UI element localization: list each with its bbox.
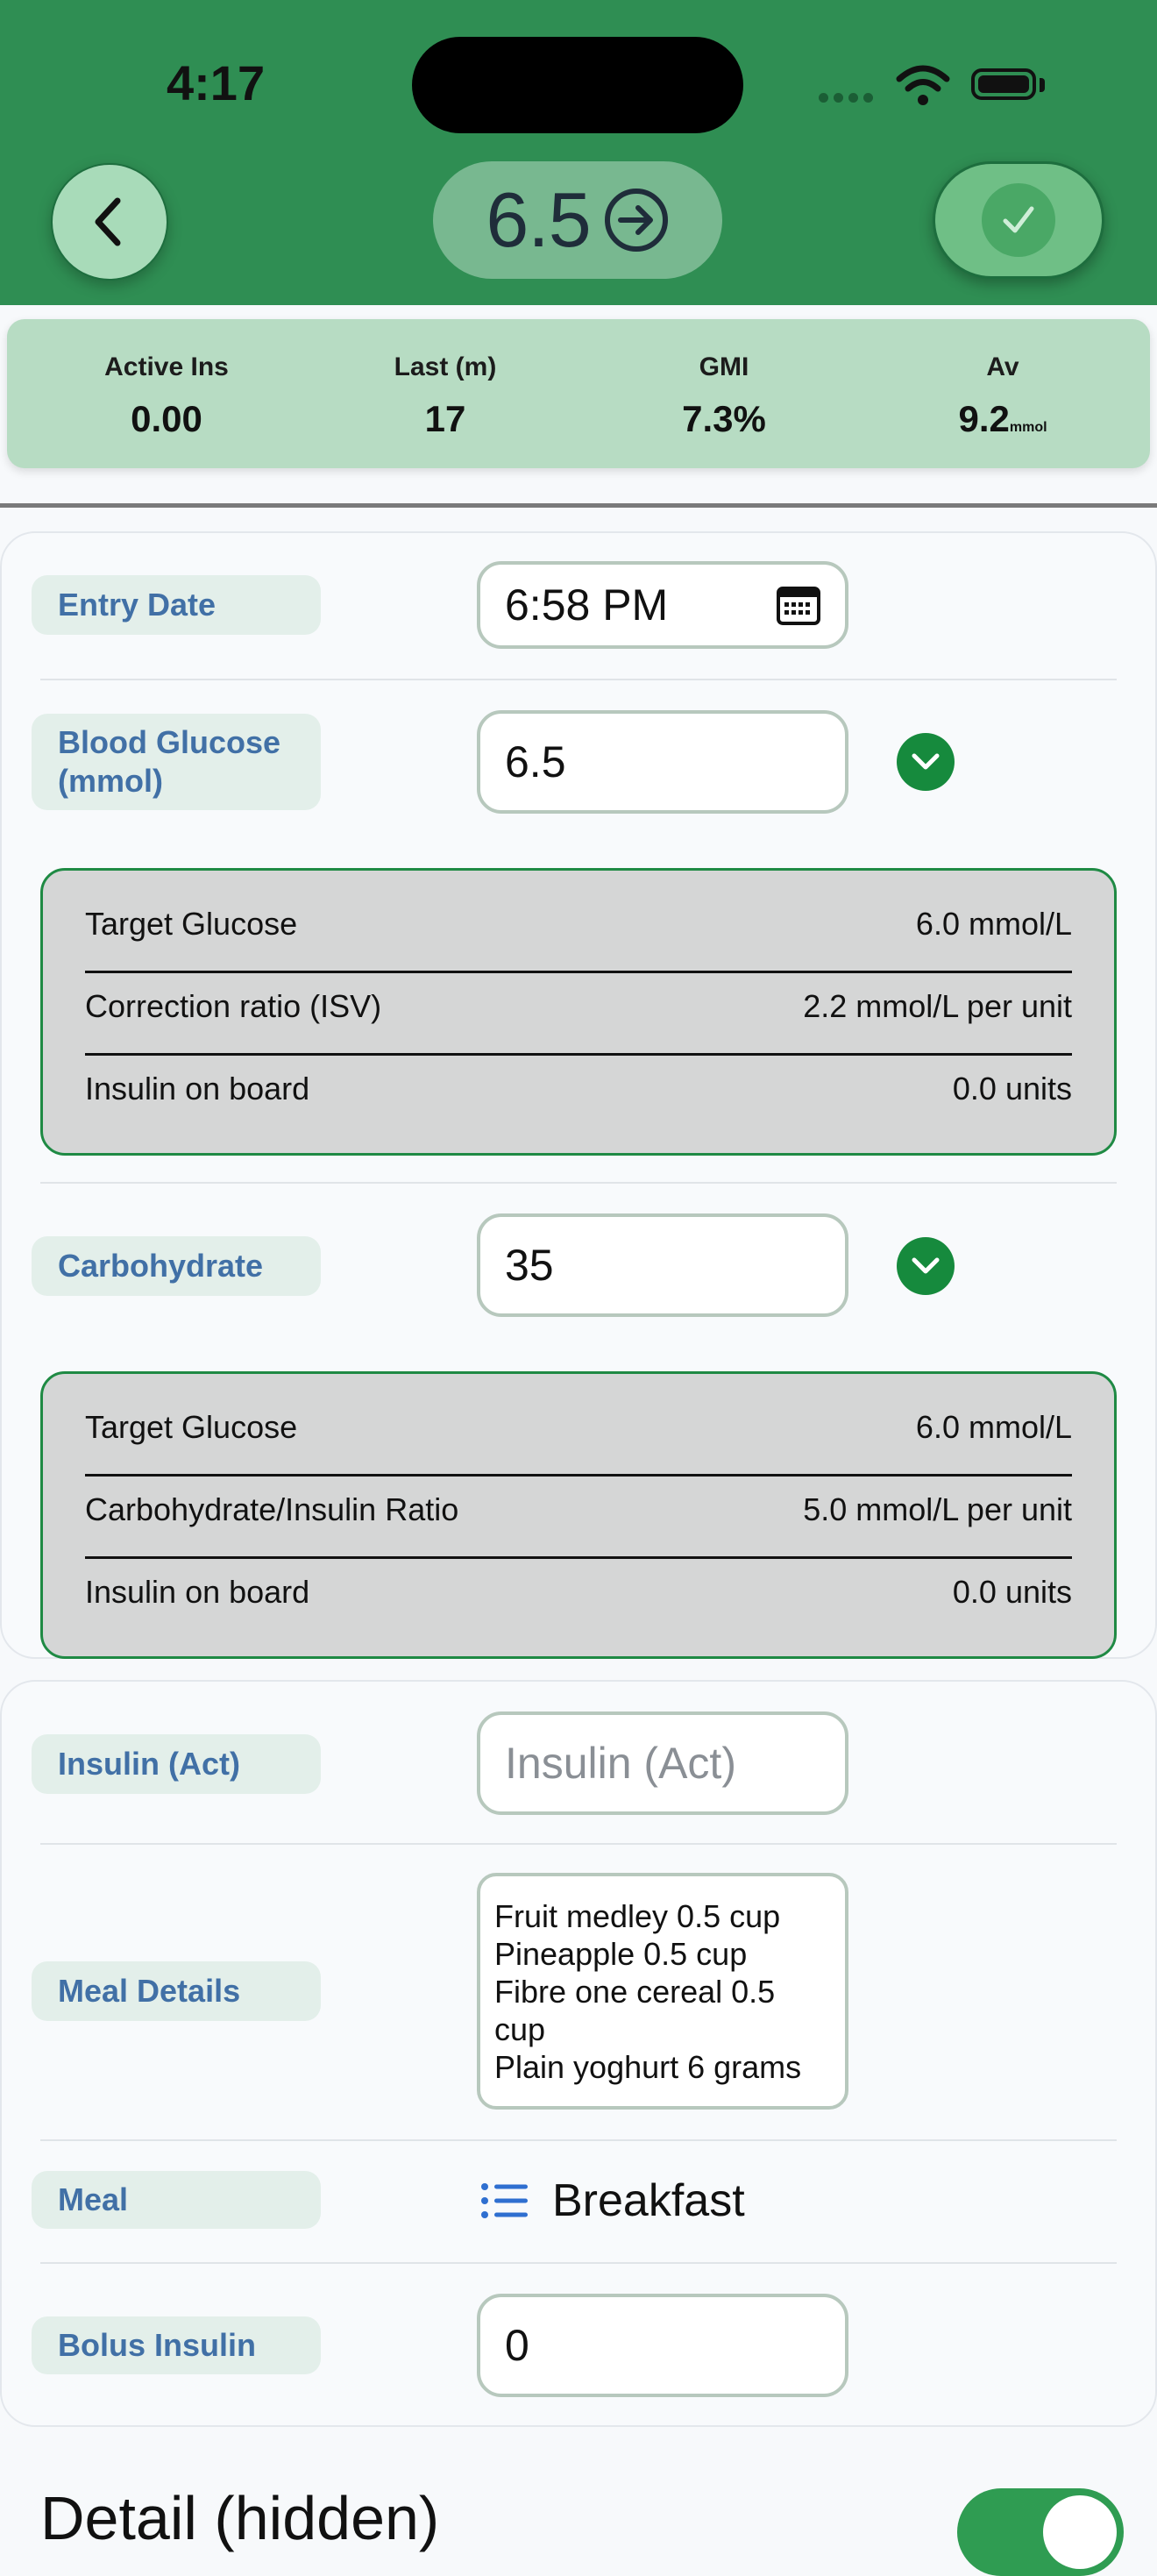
glucose-title-button[interactable]: 6.5 xyxy=(433,161,722,279)
stat-unit: mmol xyxy=(1009,420,1047,435)
back-button[interactable] xyxy=(51,163,168,281)
confirm-inner xyxy=(982,183,1055,257)
meal-details-line: Fruit medley 0.5 cup xyxy=(494,1898,781,1934)
details-label: Correction ratio (ISV) xyxy=(85,988,382,1024)
wifi-icon xyxy=(896,65,950,105)
battery-nub xyxy=(1040,78,1045,92)
details-value: 0.0 units xyxy=(952,1071,1072,1107)
details-row: Carbohydrate/Insulin Ratio 5.0 mmol/L pe… xyxy=(85,1469,1072,1551)
entry-date-label: Entry Date xyxy=(32,575,321,635)
stat-average-value: 9.2 xyxy=(958,398,1010,439)
arrow-right-circle-icon xyxy=(604,189,668,252)
meal-details-line: cup xyxy=(494,2011,546,2047)
stat-value: 0.00 xyxy=(131,398,202,439)
carbohydrate-details-panel: Target Glucose 6.0 mmol/L Carbohydrate/I… xyxy=(40,1371,1117,1659)
battery-icon xyxy=(971,68,1036,100)
chevron-left-icon xyxy=(95,197,121,246)
row-separator xyxy=(40,679,1117,680)
details-row: Insulin on board 0.0 units xyxy=(85,1551,1072,1633)
details-value: 5.0 mmol/L per unit xyxy=(803,1491,1072,1527)
glucose-details-panel: Target Glucose 6.0 mmol/L Correction rat… xyxy=(40,868,1117,1156)
status-time: 4:17 xyxy=(167,55,266,110)
details-label: Insulin on board xyxy=(85,1574,310,1610)
meal-selector[interactable]: Breakfast xyxy=(480,2174,745,2227)
details-value: 6.0 mmol/L xyxy=(915,1409,1072,1445)
stat-label: GMI xyxy=(699,352,749,381)
row-separator xyxy=(40,2262,1117,2264)
stat-active-insulin: Active Ins 0.00 xyxy=(61,352,272,440)
meal-details-textarea[interactable]: Fruit medley 0.5 cup Pineapple 0.5 cup F… xyxy=(477,1873,848,2110)
meal-details-label: Meal Details xyxy=(32,1961,321,2021)
list-icon xyxy=(481,2183,528,2218)
carbohydrate-input[interactable]: 35 xyxy=(477,1213,848,1317)
stats-bar: Active Ins 0.00 Last (m) 17 GMI 7.3% Av … xyxy=(7,319,1150,468)
details-label: Target Glucose xyxy=(85,1409,298,1445)
stat-label: Active Ins xyxy=(104,352,229,381)
details-label: Carbohydrate/Insulin Ratio xyxy=(85,1491,459,1527)
insulin-act-input[interactable]: Insulin (Act) xyxy=(477,1711,848,1815)
details-row: Target Glucose 6.0 mmol/L xyxy=(85,883,1072,965)
toggle-knob xyxy=(1043,2495,1117,2569)
chevron-down-icon xyxy=(912,1257,940,1274)
details-value: 6.0 mmol/L xyxy=(915,906,1072,942)
blood-glucose-toggle[interactable] xyxy=(897,733,955,791)
meal-details-line: Plain yoghurt 6 grams xyxy=(494,2049,802,2085)
details-value: 0.0 units xyxy=(952,1574,1072,1610)
title-value: 6.5 xyxy=(486,176,591,263)
dynamic-island xyxy=(412,37,743,133)
checkmark-icon xyxy=(1003,206,1034,233)
details-row: Target Glucose 6.0 mmol/L xyxy=(85,1386,1072,1469)
stat-last-minutes: Last (m) 17 xyxy=(340,352,550,440)
insulin-act-placeholder: Insulin (Act) xyxy=(505,1739,736,1788)
details-value: 2.2 mmol/L per unit xyxy=(803,988,1072,1024)
cellular-signal-icon xyxy=(819,91,878,107)
chevron-down-icon xyxy=(912,753,940,770)
row-separator xyxy=(40,2139,1117,2141)
insulin-act-label: Insulin (Act) xyxy=(32,1734,321,1794)
meal-value: Breakfast xyxy=(552,2175,745,2226)
row-separator xyxy=(40,1182,1117,1184)
stat-gmi: GMI 7.3% xyxy=(619,352,829,440)
bolus-insulin-input[interactable]: 0 xyxy=(477,2294,848,2397)
stat-label: Av xyxy=(986,352,1019,381)
details-row: Insulin on board 0.0 units xyxy=(85,1048,1072,1130)
stat-label: Last (m) xyxy=(394,352,497,381)
detail-toggle[interactable] xyxy=(957,2488,1124,2576)
details-label: Target Glucose xyxy=(85,906,298,942)
stat-average: Av 9.2mmol xyxy=(898,352,1108,440)
meal-details-line: Pineapple 0.5 cup xyxy=(494,1936,748,1972)
stat-value: 17 xyxy=(424,398,466,439)
meal-label: Meal xyxy=(32,2171,321,2229)
blood-glucose-label: Blood Glucose (mmol) xyxy=(32,714,321,810)
section-divider xyxy=(0,503,1157,508)
bolus-insulin-label: Bolus Insulin xyxy=(32,2316,321,2374)
entry-date-picker[interactable]: 6:58 PM xyxy=(477,561,848,649)
carbohydrate-toggle[interactable] xyxy=(897,1237,955,1295)
meal-details-line: Fibre one cereal 0.5 xyxy=(494,1974,776,2010)
detail-section-label: Detail (hidden) xyxy=(40,2484,440,2552)
details-label: Insulin on board xyxy=(85,1071,310,1107)
stat-value: 7.3% xyxy=(682,398,766,439)
confirm-button[interactable] xyxy=(933,161,1104,279)
details-row: Correction ratio (ISV) 2.2 mmol/L per un… xyxy=(85,965,1072,1048)
entry-date-value: 6:58 PM xyxy=(505,580,669,630)
stat-value: 9.2mmol xyxy=(898,398,1108,440)
row-separator xyxy=(40,1843,1117,1845)
carbohydrate-label: Carbohydrate xyxy=(32,1236,321,1296)
blood-glucose-input[interactable]: 6.5 xyxy=(477,710,848,814)
calendar-icon xyxy=(777,587,820,625)
